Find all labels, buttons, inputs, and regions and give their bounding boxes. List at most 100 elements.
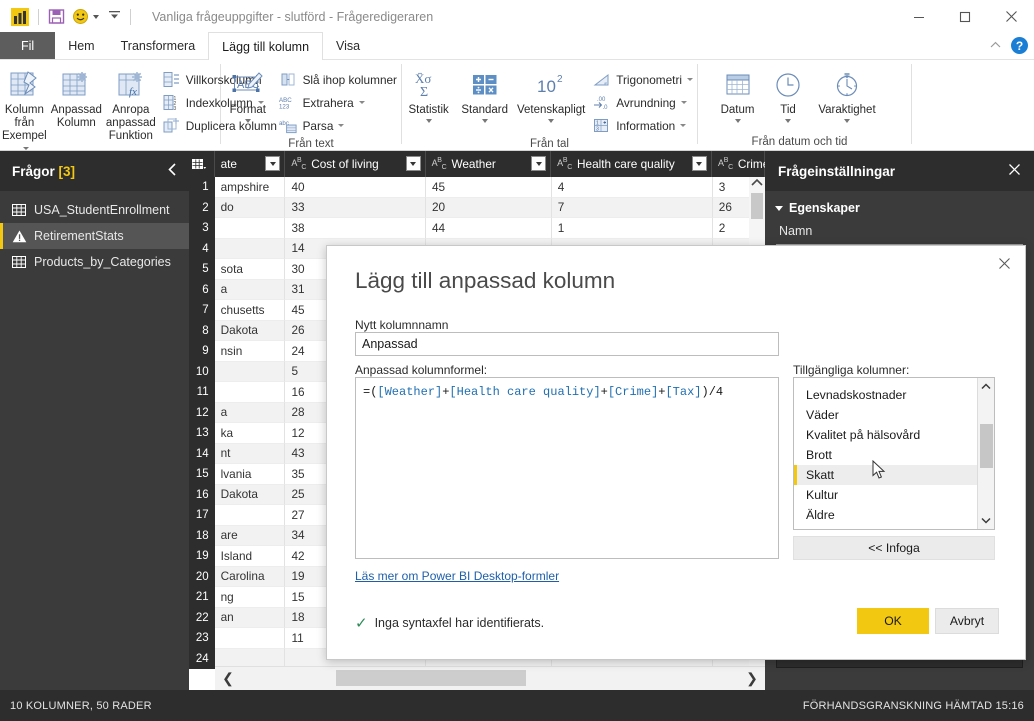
chevron-down-icon[interactable] <box>687 78 693 81</box>
sidebar-item-retirementstats[interactable]: RetirementStats <box>0 223 189 249</box>
scroll-left-icon[interactable]: ❮ <box>215 670 241 687</box>
table-cell[interactable] <box>214 505 286 526</box>
table-row[interactable]: 1 ampshire 40 45 4 3 <box>189 177 765 198</box>
formula-editor[interactable]: =([Weather]+[Health care quality]+[Crime… <box>355 377 779 559</box>
table-cell[interactable]: ka <box>214 423 286 444</box>
ribbon-button-anpassad-kolumn[interactable]: Anpassad Kolumn <box>49 66 104 130</box>
ribbon-button-tid[interactable]: Tid <box>765 66 811 123</box>
ribbon-button-format[interactable]: ABC Format <box>221 66 275 123</box>
table-cell[interactable]: 44 <box>425 218 552 239</box>
available-column-item[interactable]: Kultur <box>794 485 977 505</box>
grid-scroll-thumb[interactable] <box>751 193 763 219</box>
available-columns-list[interactable]: Levnadskostnader Väder Kvalitet på hälsovå… <box>793 377 995 530</box>
smiley-face-icon[interactable] <box>72 8 89 25</box>
table-cell[interactable]: chusetts <box>214 300 286 321</box>
chevron-down-icon[interactable] <box>844 119 850 123</box>
table-cell[interactable]: an <box>214 607 286 628</box>
table-cell[interactable]: nsin <box>214 341 286 362</box>
scroll-right-icon[interactable]: ❯ <box>739 670 765 687</box>
tab-lagg-till-kolumn[interactable]: Lägg till kolumn <box>208 32 324 60</box>
scroll-up-icon[interactable] <box>749 177 765 191</box>
close-icon[interactable] <box>1008 163 1021 179</box>
smiley-dropdown-icon[interactable] <box>93 14 99 19</box>
ok-button[interactable]: OK <box>857 608 929 634</box>
table-cell[interactable]: 20 <box>425 197 552 218</box>
save-icon[interactable] <box>48 8 65 25</box>
available-column-item[interactable]: Kvalitet på hälsovård <box>794 425 977 445</box>
grid-hscroll-track[interactable] <box>241 667 739 691</box>
sidebar-item-products-by-categories[interactable]: Products_by_Categories <box>0 249 189 275</box>
grid-column-header-health-care-quality[interactable]: ABC Health care quality <box>551 151 712 177</box>
ribbon-button-statistik[interactable]: X̄σ Σ Statistik <box>402 66 455 123</box>
table-cell[interactable]: are <box>214 525 286 546</box>
minimize-icon[interactable] <box>896 0 942 33</box>
available-columns-scrollbar[interactable] <box>977 378 994 529</box>
chevron-down-icon[interactable] <box>680 101 687 104</box>
table-cell[interactable]: ampshire <box>214 177 286 198</box>
filter-dropdown-icon[interactable] <box>691 156 707 171</box>
ribbon-button-varaktighet[interactable]: Varaktighet <box>811 66 883 123</box>
table-cell[interactable] <box>214 361 286 382</box>
qat-dropdown-icon[interactable] <box>108 10 121 23</box>
table-cell[interactable]: a <box>214 402 286 423</box>
table-cell[interactable] <box>214 238 286 259</box>
table-cell[interactable]: a <box>214 279 286 300</box>
dialog-close-icon[interactable] <box>991 252 1017 274</box>
grid-column-header-weather[interactable]: ABC Weather <box>426 151 552 177</box>
filter-dropdown-icon[interactable] <box>405 156 421 171</box>
available-column-item[interactable]: Väder <box>794 405 977 425</box>
ribbon-button-datum[interactable]: Datum <box>710 66 765 123</box>
ribbon-button-avrundning[interactable]: .00.0 Avrundning <box>588 91 697 114</box>
tab-fil[interactable]: Fil <box>0 32 56 59</box>
table-row[interactable]: 3 38 44 1 2 <box>189 218 765 239</box>
table-cell[interactable]: 33 <box>285 197 426 218</box>
table-cell[interactable]: 1 <box>551 218 713 239</box>
table-cell[interactable]: 4 <box>551 177 713 198</box>
chevron-down-icon[interactable] <box>338 124 345 127</box>
cancel-button[interactable]: Avbryt <box>935 608 999 634</box>
ribbon-button-extrahera[interactable]: ABC 123 Extrahera <box>275 91 401 114</box>
help-icon[interactable]: ? <box>1011 37 1028 54</box>
chevron-down-icon[interactable] <box>734 119 741 123</box>
chevron-down-icon[interactable] <box>425 119 432 123</box>
grid-hscroll-thumb[interactable] <box>336 669 526 686</box>
ribbon-button-kolumn-fran-exempel[interactable]: Kolumn från Exempel <box>0 66 49 156</box>
ribbon-button-vetenskapligt[interactable]: 10 2 Vetenskapligt <box>514 66 588 123</box>
close-icon[interactable] <box>988 0 1034 33</box>
available-column-item[interactable]: Skatt <box>794 465 977 485</box>
grid-column-header-cost-of-living[interactable]: ABC Cost of living <box>285 151 426 177</box>
available-column-item[interactable]: Brott <box>794 445 977 465</box>
table-cell[interactable]: 45 <box>425 177 552 198</box>
ribbon-button-sla-ihop-kolumner[interactable]: Slå ihop kolumner <box>275 68 401 91</box>
select-all-table-icon[interactable] <box>189 151 215 177</box>
tab-visa[interactable]: Visa <box>323 32 373 59</box>
table-row[interactable]: 2 do 33 20 7 26 <box>189 197 765 218</box>
table-cell[interactable]: do <box>214 197 286 218</box>
chevron-down-icon[interactable] <box>680 124 687 127</box>
new-column-name-input[interactable]: Anpassad <box>355 332 779 356</box>
chevron-left-icon[interactable] <box>168 163 177 179</box>
chevron-down-icon[interactable] <box>481 119 488 123</box>
table-cell[interactable]: 38 <box>285 218 426 239</box>
ribbon-button-information[interactable]: 13 Information <box>588 114 697 137</box>
filter-dropdown-icon[interactable] <box>531 156 547 171</box>
table-cell[interactable]: ng <box>214 587 286 608</box>
table-cell[interactable] <box>214 628 286 649</box>
insert-column-button[interactable]: << Infoga <box>793 536 995 560</box>
table-cell[interactable]: lvania <box>214 464 286 485</box>
available-column-item[interactable]: Levnadskostnader <box>794 385 977 405</box>
available-columns-scroll-thumb[interactable] <box>980 424 993 468</box>
table-cell[interactable]: Island <box>214 546 286 567</box>
chevron-down-icon[interactable] <box>358 101 365 104</box>
grid-horizontal-scrollbar[interactable]: ❮ ❯ <box>215 666 765 690</box>
ribbon-button-standard[interactable]: Standard <box>455 66 514 123</box>
chevron-down-icon[interactable] <box>22 147 29 150</box>
chevron-up-icon[interactable] <box>990 40 1001 52</box>
filter-dropdown-icon[interactable] <box>265 156 281 171</box>
available-column-item[interactable]: Äldre <box>794 505 977 525</box>
grid-column-header-state[interactable]: ate <box>215 151 286 177</box>
chevron-down-icon[interactable] <box>548 119 555 123</box>
table-cell[interactable] <box>214 218 286 239</box>
table-cell[interactable]: Dakota <box>214 484 286 505</box>
table-cell[interactable]: 40 <box>285 177 426 198</box>
